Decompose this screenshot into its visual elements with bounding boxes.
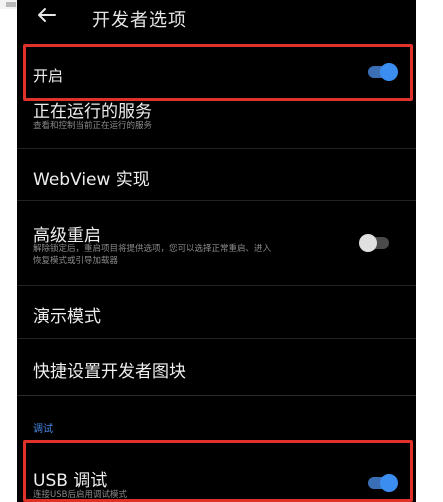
header: 开发者选项 (17, 0, 416, 40)
arrow-left-icon[interactable] (35, 6, 57, 24)
row-webview[interactable]: WebView 实现 (17, 149, 416, 199)
highlight-usb-debug (23, 440, 413, 502)
row-quick-settings[interactable]: 快捷设置开发者图块 (17, 339, 416, 394)
section-debug-label: 调试 (33, 424, 53, 435)
running-services-subtitle: 查看和控制当前正在运行的服务 (33, 121, 153, 131)
advanced-reboot-subtitle-1: 解除锁定后，重启项目将提供选项，您可以选择正常重启、进入 (33, 244, 272, 254)
row-demo-mode[interactable]: 演示模式 (17, 286, 416, 338)
divider (17, 395, 416, 396)
advanced-reboot-subtitle-2: 恢复模式或引导加载器 (33, 256, 119, 266)
row-running-services[interactable]: 正在运行的服务 查看和控制当前正在运行的服务 (17, 94, 416, 148)
webview-title: WebView 实现 (33, 170, 150, 190)
right-margin (416, 0, 443, 502)
demo-mode-title: 演示模式 (33, 307, 101, 327)
highlight-enable (23, 44, 413, 101)
page-title: 开发者选项 (92, 10, 187, 31)
advanced-reboot-toggle[interactable] (359, 233, 391, 253)
screen: 开发者选项 开启 正在运行的服务 查看和控制当前正在运行的服务 WebView … (17, 0, 416, 502)
quick-settings-title: 快捷设置开发者图块 (33, 362, 186, 382)
row-advanced-reboot[interactable]: 高级重启 解除锁定后，重启项目将提供选项，您可以选择正常重启、进入 恢复模式或引… (17, 201, 416, 284)
